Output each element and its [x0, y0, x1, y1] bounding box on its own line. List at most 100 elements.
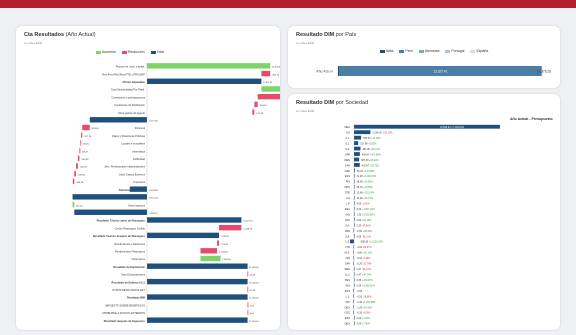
company-bar[interactable]: [354, 152, 360, 156]
segment-label: 72.5K: [329, 70, 338, 74]
company-label: SPA: [345, 262, 350, 266]
company-value-label: 0,05 +7,00%: [357, 323, 371, 326]
waterfall-bar[interactable]: [217, 240, 220, 246]
company-label: IND: [346, 212, 351, 216]
bar-value-label: -4,00: [249, 313, 255, 315]
company-value-label: 1,50 +3.190,50%: [357, 213, 376, 216]
bar-value-label: -158,36: [76, 182, 84, 184]
company-value-label: 0,10 +0,00%: [357, 317, 371, 320]
category-label: Financieros: [132, 257, 146, 261]
company-value-label: 28,79 +10,35%: [357, 186, 374, 189]
bar-value-label: -16,00: [249, 275, 256, 277]
bar-value-label: -208,18: [79, 167, 87, 169]
waterfall-bar[interactable]: [77, 155, 80, 162]
waterfall-chart[interactable]: Primas net. emit. y acept. 13.478,65 Res.P…: [16, 26, 280, 330]
variance-percent: -93,97%: [363, 246, 373, 249]
bar-value-label: 13.478,65: [272, 67, 280, 69]
company-bar[interactable]: [354, 130, 371, 135]
company-value-label: 8,09 -1,01%: [357, 203, 371, 206]
variance-percent: +1.067,10%: [362, 208, 376, 211]
waterfall-bar[interactable]: [147, 263, 248, 269]
variance-percent: +123,16%: [363, 192, 375, 195]
waterfall-bar[interactable]: [72, 194, 147, 200]
variance-percent: +229,97%: [362, 279, 374, 282]
variance-percent: +3.285,91%: [362, 284, 376, 287]
category-label: Resultado BMI: [127, 296, 145, 300]
waterfall-bar[interactable]: [252, 109, 255, 115]
waterfall-bar[interactable]: [200, 255, 221, 262]
waterfall-bar[interactable]: [74, 209, 147, 215]
waterfall-bar[interactable]: [257, 93, 280, 100]
variance-percent: +7,00%: [362, 323, 371, 326]
waterfall-bar[interactable]: [72, 178, 75, 185]
company-label: ESS: [345, 174, 350, 178]
waterfall-bar[interactable]: [79, 147, 81, 154]
variance-percent: +26,74%: [363, 197, 373, 200]
company-label: ESS: [345, 316, 350, 320]
waterfall-bar[interactable]: [261, 86, 280, 92]
company-value-label: 0,30 -99,96%: [357, 224, 372, 227]
waterfall-bar[interactable]: [147, 232, 220, 239]
waterfall-bar[interactable]: [75, 163, 78, 169]
waterfall-bar[interactable]: [129, 186, 147, 192]
variance-percent: +167,69%: [370, 153, 382, 156]
company-value-label: -298,35 +13.225,24%: [360, 241, 384, 244]
category-label: Serv. Profesionales Independientes: [104, 165, 145, 169]
waterfall-bar[interactable]: [89, 117, 147, 123]
waterfall-bar[interactable]: [147, 217, 242, 223]
variance-percent: -99,96%: [362, 224, 372, 227]
waterfall-bar[interactable]: [82, 124, 90, 131]
category-label: Rendimientos y Deterioros: [114, 242, 145, 246]
company-bar[interactable]: [354, 146, 361, 151]
segment-label: 13.376,26: [537, 70, 551, 74]
company-bar[interactable]: [354, 135, 362, 140]
variance-percent: -96,47%: [362, 268, 372, 271]
company-label: LLC: [345, 273, 350, 277]
company-label: S.A.: [345, 223, 350, 227]
variance-percent: +72,28%: [371, 137, 381, 140]
variance-percent: +3,65%: [368, 142, 377, 145]
waterfall-bar[interactable]: [81, 132, 83, 138]
waterfall-bar[interactable]: [147, 63, 271, 69]
company-label: S.A.: [345, 147, 350, 151]
waterfall-bar[interactable]: [147, 294, 248, 300]
category-label: Resultado de Balance (A.I.): [112, 280, 146, 284]
company-bar[interactable]: [354, 157, 360, 162]
variance-percent: +3.190,50%: [362, 213, 376, 216]
waterfall-bar[interactable]: [80, 140, 82, 146]
variance-percent: +1.205,85%: [363, 301, 377, 304]
waterfall-bar[interactable]: [219, 224, 242, 231]
company-value-label: 0,47 -96,47%: [357, 268, 372, 271]
waterfall-bar[interactable]: [74, 171, 76, 177]
waterfall-bar[interactable]: [261, 70, 271, 77]
company-value-label: -1,20 +94,10%: [357, 306, 374, 309]
waterfall-bar[interactable]: [254, 101, 258, 108]
company-label: FIN: [346, 180, 350, 184]
waterfall-bar[interactable]: [200, 248, 218, 254]
bar-value-label: -1.883,68: [149, 190, 159, 192]
company-value-label: 10,09 +26,74%: [357, 197, 374, 200]
category-label: Impuestos: [133, 180, 146, 184]
waterfall-bar[interactable]: [147, 317, 248, 323]
variance-percent: +33,72%: [370, 148, 380, 151]
variance-percent: +3.490,03%: [363, 175, 377, 178]
country-stacked-bar[interactable]: Año Actual72.5K 13.327,41 13.376,26: [288, 26, 560, 88]
company-bar[interactable]: [354, 163, 360, 167]
company-value-label: 22,48 +123,16%: [357, 192, 375, 195]
variance-percent: +98,00%: [363, 230, 373, 233]
company-value-label: 10.996,93 +7.403,61%: [440, 126, 465, 129]
waterfall-bar[interactable]: [72, 201, 75, 208]
waterfall-bar[interactable]: [147, 278, 248, 285]
segment-label: 13.327,41: [433, 70, 447, 74]
company-value-label: 433,97 +23,72%: [362, 164, 380, 167]
company-label: LDS: [345, 218, 350, 222]
country-segment[interactable]: [337, 66, 340, 76]
waterfall-bar[interactable]: [247, 286, 249, 293]
waterfall-bar[interactable]: [147, 78, 262, 84]
company-bar[interactable]: [350, 239, 354, 244]
company-bar-chart[interactable]: DEA 10.996,93 +7.403,61% - GS 1.234,36 -233…: [288, 94, 560, 330]
company-value-label: -0,30 +1.205,85%: [357, 301, 377, 304]
category-label: Cesión Reaseguro Cedido: [115, 226, 146, 230]
company-bar[interactable]: [354, 141, 359, 146]
company-bar[interactable]: [354, 124, 500, 129]
